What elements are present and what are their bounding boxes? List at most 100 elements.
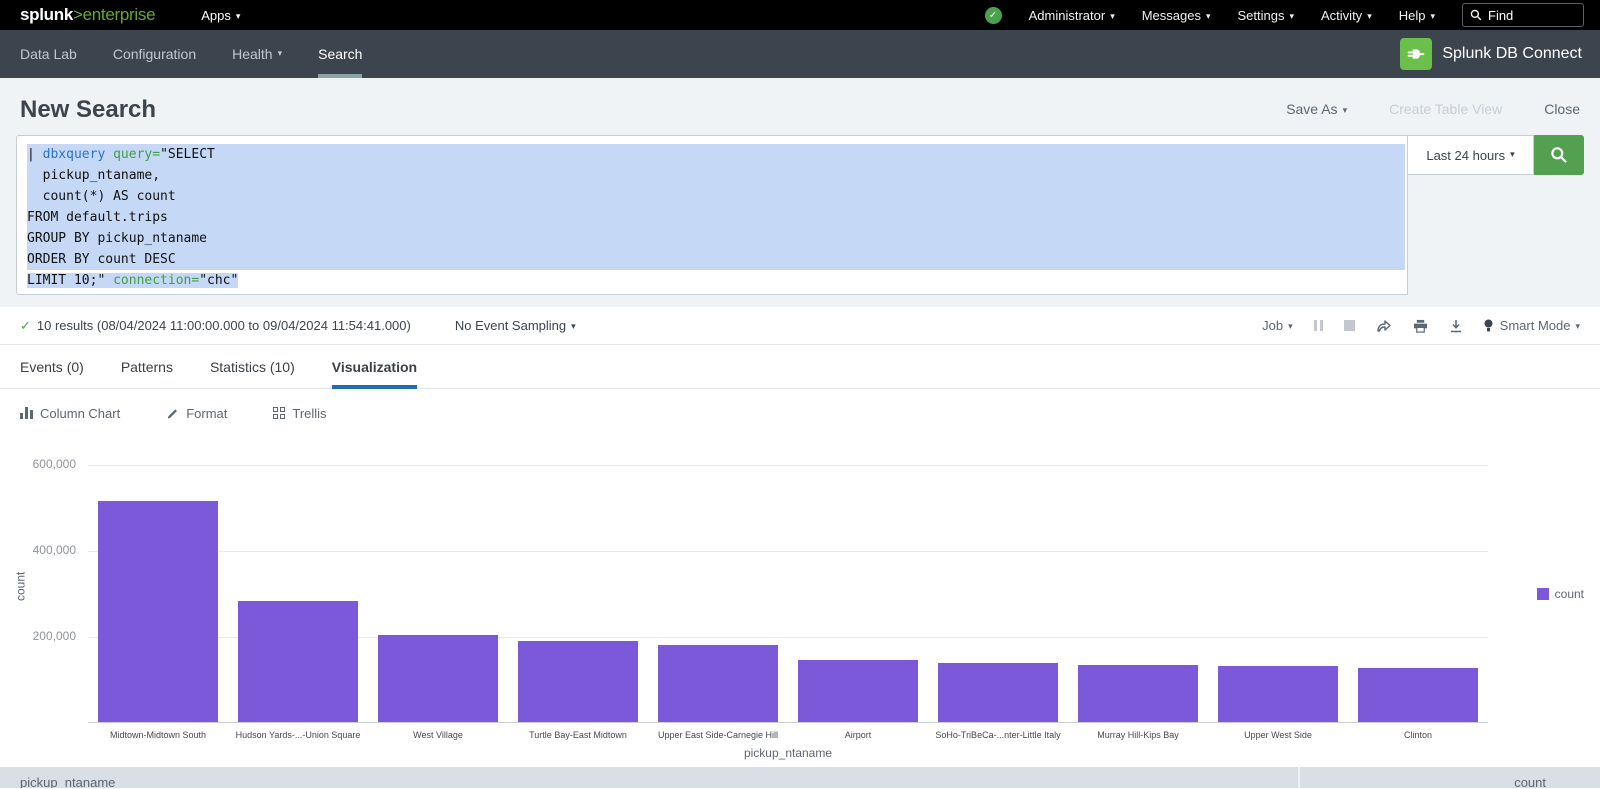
x-tick-label: Hudson Yards-...-Union Square <box>228 730 368 740</box>
query-line: LIMIT 10;" connection="chc" <box>27 270 1407 291</box>
event-sampling-menu[interactable]: No Event Sampling▾ <box>455 318 576 333</box>
chevron-down-icon: ▾ <box>1367 11 1372 21</box>
results-tabs: Events (0) Patterns Statistics (10) Visuali… <box>0 345 1600 389</box>
bar-airport[interactable] <box>798 660 918 722</box>
topbar-menu-activity[interactable]: Activity▾ <box>1321 8 1372 23</box>
apps-menu[interactable]: Apps ▾ <box>201 8 240 23</box>
share-button[interactable] <box>1376 319 1392 333</box>
save-as-button[interactable]: Save As▾ <box>1286 101 1347 117</box>
trellis-button[interactable]: Trellis <box>273 406 326 421</box>
bar-cell <box>648 465 788 722</box>
lightbulb-icon <box>1484 319 1493 333</box>
time-range-picker[interactable]: Last 24 hours▾ <box>1408 135 1534 175</box>
chevron-down-icon: ▾ <box>1110 11 1115 21</box>
pause-button[interactable] <box>1314 320 1323 331</box>
find-search-input[interactable]: Find <box>1462 3 1584 27</box>
close-button[interactable]: Close <box>1544 101 1580 117</box>
format-label: Format <box>186 406 227 421</box>
topbar-menu-messages[interactable]: Messages▾ <box>1142 8 1211 23</box>
chevron-down-icon: ▾ <box>278 48 283 59</box>
tab-patterns[interactable]: Patterns <box>121 345 173 388</box>
bar-soho-tribeca-nter-little-italy[interactable] <box>938 663 1058 722</box>
topbar-menu-administrator[interactable]: Administrator▾ <box>1029 8 1115 23</box>
chart-type-picker[interactable]: Column Chart <box>20 406 120 421</box>
bar-cell <box>1068 465 1208 722</box>
x-tick-label: Upper East Side-Carnegie Hill <box>648 730 788 740</box>
x-tick-label: Murray Hill-Kips Bay <box>1068 730 1208 740</box>
chart-type-label: Column Chart <box>40 406 120 421</box>
topbar-right: ✓ Administrator▾ Messages▾ Settings▾ Activi… <box>985 3 1600 27</box>
query-line: ORDER BY count DESC <box>27 249 1405 270</box>
bar-west-village[interactable] <box>378 635 498 722</box>
tab-visualization[interactable]: Visualization <box>332 345 417 388</box>
logo-product: >enterprise <box>73 5 155 24</box>
search-query-input[interactable]: | dbxquery query="SELECT pickup_ntaname,… <box>16 135 1408 295</box>
bars <box>88 465 1488 722</box>
page-header: New Search Save As▾ Create Table View Cl… <box>0 78 1600 135</box>
chevron-down-icon: ▾ <box>1288 321 1293 331</box>
query-line: FROM default.trips <box>27 207 1405 228</box>
bar-cell <box>88 465 228 722</box>
plot-area <box>88 465 1488 723</box>
print-icon <box>1413 319 1428 333</box>
bar-murray-hill-kips-bay[interactable] <box>1078 665 1198 722</box>
x-tick-label: Upper West Side <box>1208 730 1348 740</box>
appnav-item-configuration[interactable]: Configuration <box>95 30 214 78</box>
query-line: count(*) AS count <box>27 186 1405 207</box>
time-range-label: Last 24 hours <box>1426 148 1505 163</box>
topbar-menus: Administrator▾ Messages▾ Settings▾ Activity… <box>1029 8 1435 23</box>
column-header-count[interactable]: count <box>1300 767 1600 788</box>
chevron-down-icon: ▾ <box>236 11 241 21</box>
bar-hudson-yards-union-square[interactable] <box>238 601 358 722</box>
bar-clinton[interactable] <box>1358 668 1478 722</box>
export-button[interactable] <box>1449 319 1463 333</box>
column-header-pickup-ntaname[interactable]: pickup_ntaname <box>0 767 1300 788</box>
splunk-logo: splunk>enterprise <box>0 5 155 25</box>
app-nav-bar: Data LabConfigurationHealth▾Search Splun… <box>0 30 1600 78</box>
stop-button[interactable] <box>1344 320 1355 331</box>
chevron-down-icon: ▾ <box>1289 11 1294 21</box>
appnav-item-health[interactable]: Health▾ <box>214 30 300 78</box>
appnav-item-search[interactable]: Search <box>300 30 380 78</box>
download-icon <box>1449 319 1463 333</box>
chevron-down-icon: ▾ <box>571 321 576 331</box>
legend-label: count <box>1555 587 1584 601</box>
app-identity: Splunk DB Connect <box>1400 30 1600 78</box>
results-summary: 10 results (08/04/2024 11:00:00.000 to 0… <box>37 318 411 333</box>
bar-cell <box>788 465 928 722</box>
x-tick-label: West Village <box>368 730 508 740</box>
topbar-menu-settings[interactable]: Settings▾ <box>1238 8 1295 23</box>
x-axis-title: pickup_ntaname <box>88 746 1488 760</box>
bar-midtown-midtown-south[interactable] <box>98 501 218 722</box>
x-axis-labels: Midtown-Midtown SouthHudson Yards-...-Un… <box>88 730 1488 740</box>
bar-turtle-bay-east-midtown[interactable] <box>518 641 638 722</box>
save-as-label: Save As <box>1286 101 1337 117</box>
tab-statistics-10[interactable]: Statistics (10) <box>210 345 295 388</box>
app-title: Splunk DB Connect <box>1442 45 1582 63</box>
search-mode-menu[interactable]: Smart Mode▾ <box>1484 318 1580 333</box>
bar-cell <box>1348 465 1488 722</box>
print-button[interactable] <box>1413 319 1428 333</box>
create-table-view-button[interactable]: Create Table View <box>1389 101 1502 117</box>
format-button[interactable]: Format <box>166 406 227 421</box>
y-axis-title: count <box>14 572 28 601</box>
visualization-toolbar: Column Chart Format Trellis <box>0 389 1600 437</box>
job-menu[interactable]: Job▾ <box>1262 318 1293 333</box>
topbar-menu-help[interactable]: Help▾ <box>1399 8 1435 23</box>
column-chart-icon <box>20 407 33 419</box>
x-tick-label: Turtle Bay-East Midtown <box>508 730 648 740</box>
health-status-icon[interactable]: ✓ <box>985 7 1002 24</box>
bar-cell <box>928 465 1068 722</box>
run-search-button[interactable] <box>1534 135 1584 175</box>
x-tick-label: SoHo-TriBeCa-...nter-Little Italy <box>928 730 1068 740</box>
legend-swatch <box>1537 588 1549 600</box>
bar-cell <box>508 465 648 722</box>
bar-upper-west-side[interactable] <box>1218 666 1338 722</box>
apps-menu-label: Apps <box>201 8 231 23</box>
x-tick-label: Airport <box>788 730 928 740</box>
bar-upper-east-side-carnegie-hill[interactable] <box>658 645 778 722</box>
tab-events-0[interactable]: Events (0) <box>20 345 84 388</box>
y-tick-label: 400,000 <box>0 543 76 557</box>
pencil-icon <box>166 407 179 420</box>
appnav-item-data-lab[interactable]: Data Lab <box>2 30 95 78</box>
